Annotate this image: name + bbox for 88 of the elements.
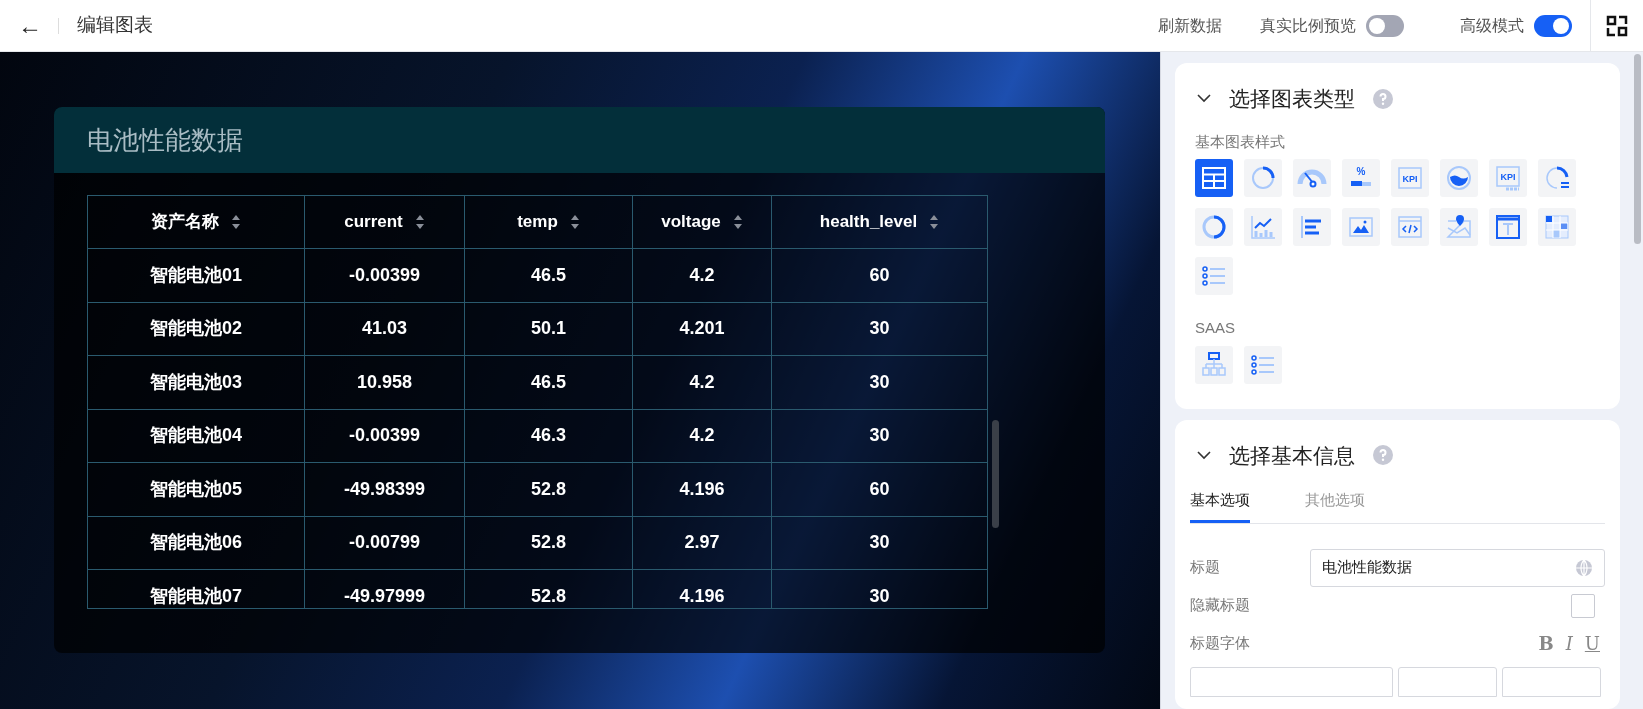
chart-type-button[interactable] <box>1440 208 1478 246</box>
chart-type-button[interactable] <box>1440 159 1478 197</box>
chart-type-button[interactable] <box>1538 159 1576 197</box>
title-input[interactable]: 电池性能数据 <box>1310 548 1605 587</box>
table-cell-text: 30 <box>869 424 890 448</box>
tab[interactable]: 其他选项 <box>1305 489 1365 523</box>
chevron-down-icon[interactable] <box>1197 450 1211 460</box>
table-cell-text: 10.958 <box>356 370 413 394</box>
sort-icon[interactable] <box>414 214 425 230</box>
chart-type-button[interactable] <box>1293 208 1331 246</box>
chart-type-button[interactable] <box>1195 159 1233 197</box>
section-title: 选择图表类型 <box>1229 86 1355 112</box>
table-cell-text: 46.5 <box>530 263 566 287</box>
group-label: SAAS <box>1195 318 1237 338</box>
chart-type-button[interactable] <box>1244 345 1282 384</box>
table-cell-text: 30 <box>869 370 890 394</box>
sort-icon[interactable] <box>732 214 743 230</box>
checkbox[interactable] <box>1571 593 1595 618</box>
table-cell-text: -0.00799 <box>348 531 421 555</box>
table-cell-text: 30 <box>869 531 890 555</box>
table-cell-text: 智能电池01 <box>150 263 242 287</box>
field-label: 标题 <box>1190 557 1221 578</box>
section-title: 选择基本信息 <box>1229 442 1355 469</box>
fullscreen-icon <box>1606 14 1628 37</box>
bold-button[interactable]: B <box>1538 629 1554 657</box>
chart-type-button[interactable] <box>1293 159 1331 197</box>
toggle-switch[interactable] <box>1534 14 1572 37</box>
table-cell-text: 智能电池02 <box>150 317 242 341</box>
widget-title: 电池性能数据 <box>87 123 243 157</box>
table-cell-text: 智能电池06 <box>150 531 242 555</box>
table-cell-text: 46.5 <box>530 370 566 394</box>
field-label: 隐藏标题 <box>1190 595 1250 616</box>
sort-icon[interactable] <box>569 214 580 230</box>
table-cell-text: 智能电池04 <box>150 424 242 448</box>
group-label: 基本图表样式 <box>1195 131 1286 152</box>
chevron-down-icon[interactable] <box>1197 94 1211 104</box>
toggle-switch[interactable] <box>1366 14 1404 37</box>
chart-type-button[interactable] <box>1244 159 1282 197</box>
column-header: health_level <box>819 211 918 234</box>
column-header: temp <box>517 211 558 234</box>
table-cell-text: 41.03 <box>361 317 407 341</box>
field-label: 标题字体 <box>1190 632 1250 653</box>
chart-type-button[interactable] <box>1195 257 1233 295</box>
column-header: 资产名称 <box>151 211 219 234</box>
table-cell-text: 智能电池05 <box>150 477 242 501</box>
column-header: voltage <box>661 211 721 234</box>
page-title: 编辑图表 <box>77 13 153 38</box>
table-cell-text: 52.8 <box>530 477 566 501</box>
table-cell-text: 4.2 <box>689 424 715 448</box>
column-header: current <box>344 211 403 234</box>
table-cell-text: 52.8 <box>530 584 566 608</box>
table-cell-text: 智能电池03 <box>150 370 242 394</box>
table-cell-text: 4.201 <box>679 317 725 341</box>
table-cell-text: 30 <box>869 317 890 341</box>
table-cell-text: 2.97 <box>684 531 720 555</box>
tab[interactable]: 基本选项 <box>1190 489 1250 523</box>
table-cell-text: -49.98399 <box>343 477 426 501</box>
table-cell-text: -0.00399 <box>348 263 421 287</box>
table-cell-text: 46.3 <box>530 424 566 448</box>
chart-type-button[interactable] <box>1195 345 1233 384</box>
table-cell-text: 52.8 <box>530 531 566 555</box>
table-cell-text: 50.1 <box>530 317 566 341</box>
chart-type-button[interactable] <box>1538 208 1576 246</box>
chart-type-button[interactable] <box>1195 208 1233 246</box>
sort-icon[interactable] <box>231 214 241 230</box>
chart-type-button[interactable] <box>1342 208 1380 246</box>
sort-icon[interactable] <box>929 214 940 230</box>
font-color-select[interactable] <box>1502 666 1601 697</box>
table-cell-text: 4.2 <box>689 370 715 394</box>
toggle-label: 高级模式 <box>1460 15 1524 36</box>
toggle-label: 真实比例预览 <box>1260 15 1356 36</box>
back-button[interactable]: ← <box>18 13 42 38</box>
underline-button[interactable]: U <box>1584 629 1600 657</box>
table-cell-text: -0.00399 <box>348 424 421 448</box>
table-cell-text: 智能电池07 <box>150 584 242 608</box>
chart-type-button[interactable] <box>1489 208 1527 246</box>
scrollbar-thumb[interactable] <box>992 420 999 528</box>
scrollbar-thumb[interactable] <box>1634 54 1641 244</box>
table-cell-text: 60 <box>869 263 890 287</box>
table-cell-text: 4.196 <box>679 477 725 501</box>
chart-type-button[interactable] <box>1244 208 1282 246</box>
table-cell-text: -49.97999 <box>343 584 426 608</box>
table-cell-text: 4.2 <box>689 263 715 287</box>
table-cell-text: 60 <box>869 477 890 501</box>
italic-button[interactable]: I <box>1565 629 1573 657</box>
table-cell-text: 4.196 <box>679 584 725 608</box>
table-cell-text: 30 <box>869 584 890 608</box>
refresh-data-link[interactable]: 刷新数据 <box>1158 13 1222 38</box>
